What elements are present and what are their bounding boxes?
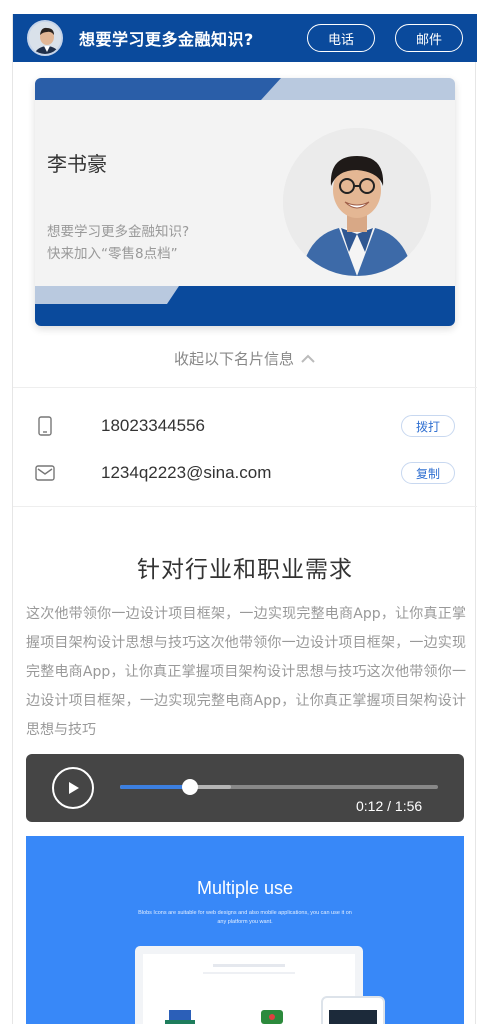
progress-fill [120,785,190,789]
phone-icon [35,416,55,436]
content-frame: 想要学习更多金融知识? 电话 邮件 李书豪 想要学习更多金融知识? 快来加入“零… [12,14,477,1024]
chevron-up-icon [300,350,316,368]
page: 想要学习更多金融知识? 电话 邮件 李书豪 想要学习更多金融知识? 快来加入“零… [0,0,488,1024]
divider [13,506,477,507]
business-card: 李书豪 想要学习更多金融知识? 快来加入“零售8点档” [35,78,455,326]
mail-button[interactable]: 邮件 [395,24,463,52]
time-display: 0:12 / 1:56 [356,798,423,814]
play-button[interactable] [52,767,94,809]
mail-icon [35,463,55,483]
profile-photo [283,128,431,276]
card-subtitle-line1: 想要学习更多金融知识? [47,224,190,240]
banner-subtitle: Blobs Icons are suitable for web designs… [138,910,352,925]
dial-button[interactable]: 拨打 [401,415,455,437]
avatar[interactable] [27,20,63,56]
phone-illustration [321,996,385,1024]
contact-row-email: 1234q2223@sina.com 复制 [13,459,477,487]
progress-track[interactable] [120,779,438,795]
call-button[interactable]: 电话 [307,24,375,52]
phone-number[interactable]: 18023344556 [101,416,205,436]
copy-button[interactable]: 复制 [401,462,455,484]
card-subtitle-line2: 快来加入“零售8点档” [47,246,178,262]
top-bar: 想要学习更多金融知识? 电话 邮件 [13,14,477,62]
promo-banner: Multiple use Blobs Icons are suitable fo… [26,836,464,1024]
progress-knob[interactable] [181,779,198,795]
play-icon [69,782,79,794]
card-name: 李书豪 [47,152,107,176]
collapse-label: 收起以下名片信息 [173,350,294,368]
banner-title: Multiple use [196,878,294,898]
collapse-toggle[interactable]: 收起以下名片信息 [13,348,477,369]
header-title: 想要学习更多金融知识? [79,30,254,49]
article-body: 这次他带领你一边设计项目框架，一边实现完整电商App，让你真正掌握项目架构设计思… [26,606,466,738]
contact-row-phone: 18023344556 拨打 [13,412,477,440]
divider [13,387,477,388]
email-address[interactable]: 1234q2223@sina.com [101,463,271,483]
audio-player: 0:12 / 1:56 [26,754,464,822]
article-heading: 针对行业和职业需求 [137,557,353,583]
